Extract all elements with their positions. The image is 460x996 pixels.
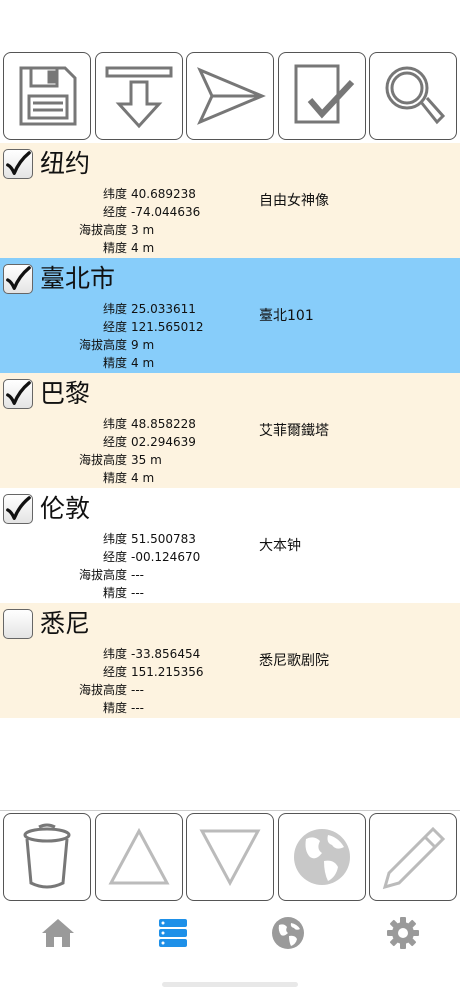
download-icon [105,66,172,129]
altitude-label: 海拔高度 [78,453,127,467]
latitude-value: 48.858228 [131,417,196,431]
home-indicator [162,982,298,987]
altitude-value: --- [131,568,144,582]
search-icon [385,66,446,125]
location-checkbox[interactable] [3,609,33,639]
altitude-value: 9 m [131,338,155,352]
import-button[interactable] [94,52,183,140]
longitude-label: 经度 [102,665,127,679]
longitude-value: -74.044636 [131,205,201,219]
checkmark-icon [6,496,31,520]
location-name: 伦敦 [40,494,91,523]
tab-bar [0,903,460,963]
tab-home[interactable] [28,908,88,958]
location-list: 纽约 纬度 40.689238 经度 -74.044636 海拔高度 3 m 精度 4 m 自由女… [0,143,460,718]
delete-button[interactable] [3,813,91,901]
latitude-value: -33.856454 [131,647,201,661]
altitude-label: 海拔高度 [78,683,127,697]
longitude-value: 02.294639 [131,435,196,449]
altitude-value: 35 m [131,453,162,467]
accuracy-label: 精度 [102,471,127,485]
accuracy-value: 4 m [131,471,155,485]
latitude-label: 纬度 [102,417,127,431]
location-name: 臺北市 [40,264,116,293]
longitude-value: 151.215356 [131,665,204,679]
bottom-toolbar [0,810,460,902]
latitude-value: 51.500783 [131,532,196,546]
checkmark-icon [6,151,31,175]
arrow-up-icon [107,827,170,885]
longitude-value: -00.124670 [131,550,201,564]
latitude-label: 纬度 [102,647,127,661]
longitude-label: 经度 [102,435,127,449]
globe-icon [293,829,350,885]
altitude-label: 海拔高度 [78,338,127,352]
move-down-button[interactable] [186,813,274,901]
accuracy-label: 精度 [102,356,127,370]
landmark-name: 悉尼歌剧院 [259,653,329,669]
latitude-value: 25.033611 [131,302,196,316]
altitude-value: 3 m [131,223,155,237]
search-button[interactable] [369,52,457,140]
accuracy-value: --- [131,701,144,715]
top-toolbar [0,50,460,142]
location-name: 巴黎 [40,379,91,408]
landmark-name: 臺北101 [259,308,314,324]
location-row[interactable]: 悉尼 纬度 -33.856454 经度 151.215356 海拔高度 --- 精度 --- 悉尼… [0,603,460,718]
accuracy-label: 精度 [102,586,127,600]
tab-list[interactable] [143,908,203,958]
save-button[interactable] [3,52,91,140]
globe-icon [271,917,304,949]
longitude-value: 121.565012 [131,320,204,334]
checkmark-icon [6,266,31,290]
send-icon [197,67,266,125]
location-checkbox[interactable] [3,379,33,409]
location-checkbox[interactable] [3,264,33,294]
trash-icon [23,823,71,889]
save-icon [19,66,77,126]
list-icon [158,919,187,947]
checkmark-icon [6,381,31,405]
location-row[interactable]: 巴黎 纬度 48.858228 经度 02.294639 海拔高度 35 m 精度 4 m 艾菲爾… [0,373,460,488]
accuracy-value: 4 m [131,356,155,370]
latitude-label: 纬度 [102,187,127,201]
longitude-label: 经度 [102,550,127,564]
tab-settings[interactable] [373,908,433,958]
accuracy-label: 精度 [102,701,127,715]
location-name: 纽约 [40,149,91,178]
altitude-label: 海拔高度 [78,568,127,582]
latitude-value: 40.689238 [131,187,196,201]
move-up-button[interactable] [94,813,183,901]
accuracy-value: --- [131,586,144,600]
landmark-name: 大本钟 [259,538,301,554]
location-name: 悉尼 [40,609,91,638]
location-checkbox[interactable] [3,494,33,524]
gear-icon [386,917,419,949]
landmark-name: 艾菲爾鐵塔 [259,423,329,439]
pencil-icon [382,826,446,890]
landmark-name: 自由女神像 [259,193,329,209]
latitude-label: 纬度 [102,532,127,546]
location-checkbox[interactable] [3,149,33,179]
altitude-value: --- [131,683,144,697]
map-button[interactable] [277,813,366,901]
send-button[interactable] [186,52,274,140]
edit-button[interactable] [369,813,457,901]
accuracy-label: 精度 [102,241,127,255]
altitude-label: 海拔高度 [78,223,127,237]
checklist-icon [294,64,354,124]
home-icon [41,919,74,947]
latitude-label: 纬度 [102,302,127,316]
tab-map[interactable] [258,908,318,958]
accuracy-value: 4 m [131,241,155,255]
location-row[interactable]: 臺北市纬度 25.033611 经度 121.565012 海拔高度 9 m 精度 4 m 臺北… [0,258,460,373]
location-row[interactable]: 纽约 纬度 40.689238 经度 -74.044636 海拔高度 3 m 精度 4 m 自由女… [0,143,460,258]
longitude-label: 经度 [102,205,127,219]
longitude-label: 经度 [102,320,127,334]
select-button[interactable] [277,52,366,140]
arrow-down-icon [199,829,261,887]
location-row[interactable]: 伦敦 纬度 51.500783 经度 -00.124670 海拔高度 --- 精度 --- 大本钟 [0,488,460,603]
